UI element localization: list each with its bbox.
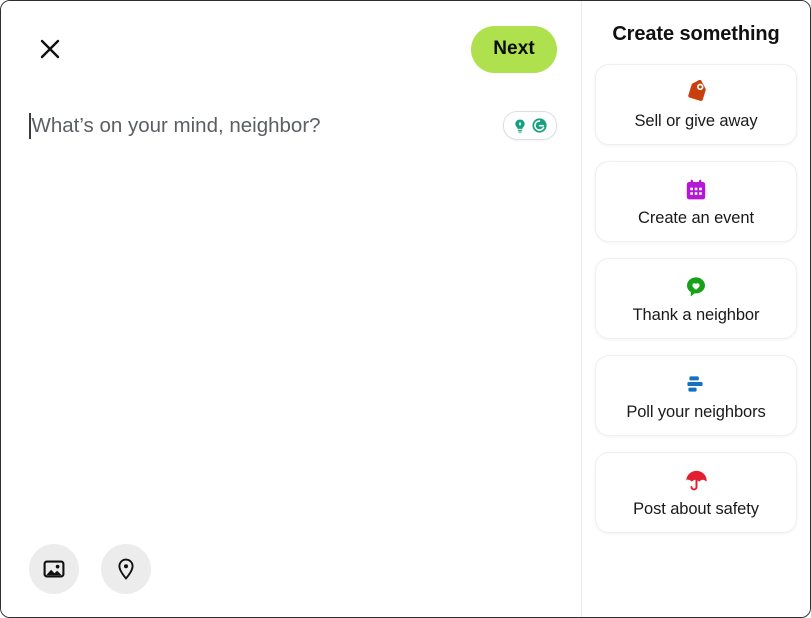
composer-input-row: What’s on your mind, neighbor? bbox=[1, 97, 581, 143]
create-card-sell-or-give-away[interactable]: Sell or give away bbox=[595, 64, 797, 145]
poll-bars-icon bbox=[683, 371, 709, 397]
composer-pane: Next What’s on your mind, neighbor? bbox=[1, 1, 581, 617]
heart-bubble-icon bbox=[683, 274, 709, 300]
composer-topbar: Next bbox=[1, 1, 581, 97]
post-text-placeholder: What’s on your mind, neighbor? bbox=[31, 114, 321, 137]
create-card-label: Sell or give away bbox=[634, 111, 758, 130]
add-location-button[interactable] bbox=[101, 544, 151, 594]
create-card-post-about-safety[interactable]: Post about safety bbox=[595, 452, 797, 533]
create-card-poll-your-neighbors[interactable]: Poll your neighbors bbox=[595, 355, 797, 436]
create-card-create-an-event[interactable]: Create an event bbox=[595, 161, 797, 242]
post-text-input[interactable]: What’s on your mind, neighbor? bbox=[29, 109, 503, 143]
image-icon bbox=[43, 560, 65, 578]
composer-editor-area: What’s on your mind, neighbor? bbox=[1, 97, 581, 521]
grammarly-assist-pill[interactable] bbox=[503, 111, 557, 140]
add-photo-button[interactable] bbox=[29, 544, 79, 594]
sidebar-title: Create something bbox=[612, 23, 780, 45]
calendar-icon bbox=[683, 177, 709, 203]
lightbulb-suggestion-icon bbox=[515, 118, 525, 133]
text-caret bbox=[29, 113, 31, 139]
location-pin-icon bbox=[118, 558, 134, 580]
umbrella-icon bbox=[683, 468, 709, 494]
create-card-label: Thank a neighbor bbox=[632, 305, 760, 324]
next-button[interactable]: Next bbox=[471, 25, 557, 73]
create-card-label: Post about safety bbox=[633, 499, 759, 518]
post-composer-window: Next What’s on your mind, neighbor? Crea… bbox=[0, 0, 811, 618]
composer-bottombar bbox=[1, 521, 581, 617]
create-card-label: Create an event bbox=[638, 208, 754, 227]
create-something-sidebar: Create something Sell or give away Creat… bbox=[582, 1, 810, 617]
price-tag-icon bbox=[683, 80, 709, 106]
create-card-thank-a-neighbor[interactable]: Thank a neighbor bbox=[595, 258, 797, 339]
close-button[interactable] bbox=[33, 32, 67, 66]
create-card-label: Poll your neighbors bbox=[626, 402, 766, 421]
grammarly-logo-icon bbox=[532, 118, 547, 133]
close-icon bbox=[40, 39, 60, 59]
